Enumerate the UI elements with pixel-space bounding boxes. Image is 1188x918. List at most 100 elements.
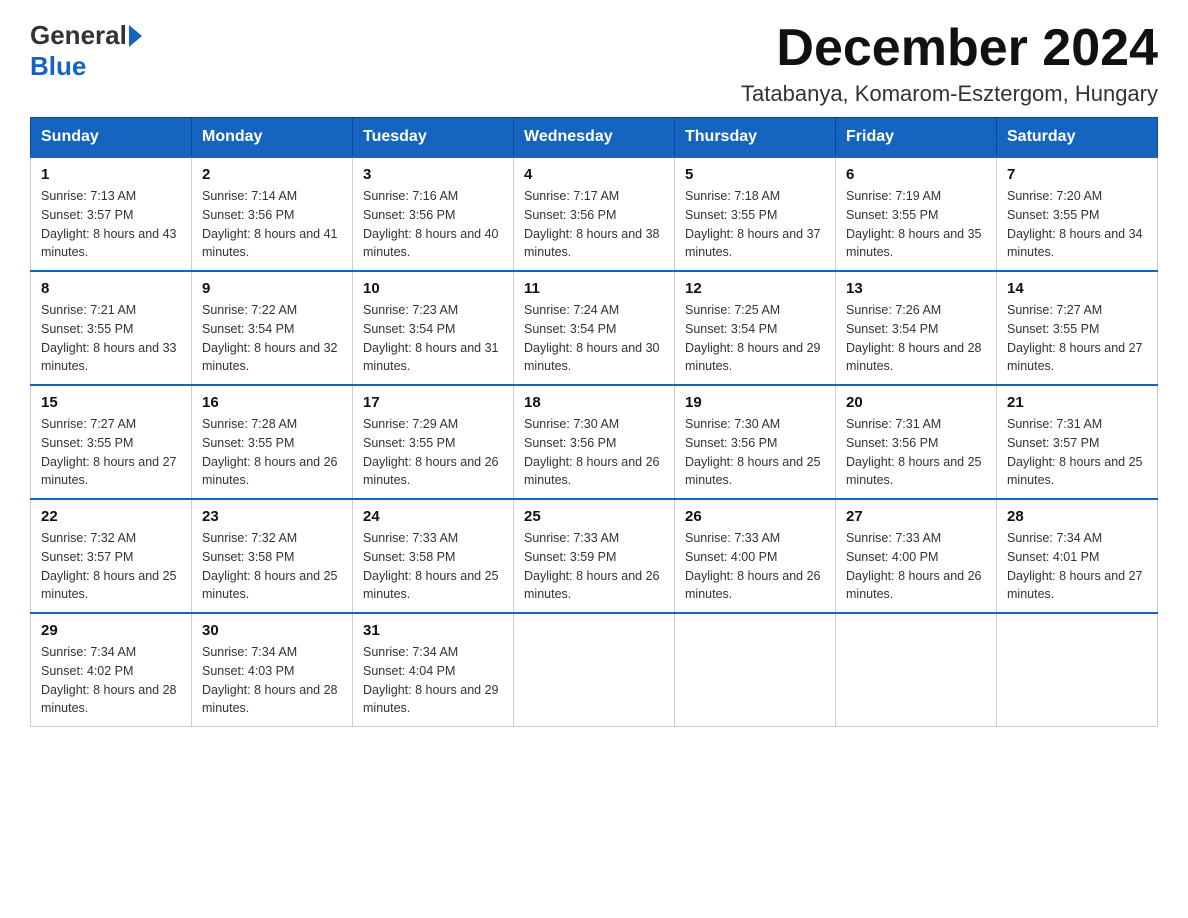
day-number: 31 xyxy=(363,622,503,639)
day-number: 12 xyxy=(685,280,825,297)
day-number: 15 xyxy=(41,394,181,411)
header-sunday: Sunday xyxy=(31,118,192,158)
day-number: 3 xyxy=(363,166,503,183)
day-number: 16 xyxy=(202,394,342,411)
table-row: 22 Sunrise: 7:32 AMSunset: 3:57 PMDaylig… xyxy=(31,499,192,613)
day-info: Sunrise: 7:23 AMSunset: 3:54 PMDaylight:… xyxy=(363,303,499,373)
table-row: 15 Sunrise: 7:27 AMSunset: 3:55 PMDaylig… xyxy=(31,385,192,499)
day-info: Sunrise: 7:34 AMSunset: 4:02 PMDaylight:… xyxy=(41,645,177,715)
table-row xyxy=(514,613,675,727)
day-info: Sunrise: 7:29 AMSunset: 3:55 PMDaylight:… xyxy=(363,417,499,487)
week-row-4: 22 Sunrise: 7:32 AMSunset: 3:57 PMDaylig… xyxy=(31,499,1158,613)
table-row: 10 Sunrise: 7:23 AMSunset: 3:54 PMDaylig… xyxy=(353,271,514,385)
day-number: 18 xyxy=(524,394,664,411)
table-row: 4 Sunrise: 7:17 AMSunset: 3:56 PMDayligh… xyxy=(514,157,675,271)
table-row: 26 Sunrise: 7:33 AMSunset: 4:00 PMDaylig… xyxy=(675,499,836,613)
week-row-1: 1 Sunrise: 7:13 AMSunset: 3:57 PMDayligh… xyxy=(31,157,1158,271)
day-number: 11 xyxy=(524,280,664,297)
day-number: 26 xyxy=(685,508,825,525)
table-row xyxy=(836,613,997,727)
day-number: 9 xyxy=(202,280,342,297)
table-row: 17 Sunrise: 7:29 AMSunset: 3:55 PMDaylig… xyxy=(353,385,514,499)
logo-triangle-icon xyxy=(129,25,142,47)
location-subtitle: Tatabanya, Komarom-Esztergom, Hungary xyxy=(741,81,1158,107)
table-row: 8 Sunrise: 7:21 AMSunset: 3:55 PMDayligh… xyxy=(31,271,192,385)
table-row: 3 Sunrise: 7:16 AMSunset: 3:56 PMDayligh… xyxy=(353,157,514,271)
day-info: Sunrise: 7:34 AMSunset: 4:03 PMDaylight:… xyxy=(202,645,338,715)
table-row: 27 Sunrise: 7:33 AMSunset: 4:00 PMDaylig… xyxy=(836,499,997,613)
calendar-table: Sunday Monday Tuesday Wednesday Thursday… xyxy=(30,117,1158,727)
week-row-3: 15 Sunrise: 7:27 AMSunset: 3:55 PMDaylig… xyxy=(31,385,1158,499)
day-number: 4 xyxy=(524,166,664,183)
logo: General Blue xyxy=(30,20,144,82)
logo-blue-text: Blue xyxy=(30,51,86,82)
day-number: 20 xyxy=(846,394,986,411)
table-row xyxy=(997,613,1158,727)
table-row: 23 Sunrise: 7:32 AMSunset: 3:58 PMDaylig… xyxy=(192,499,353,613)
day-number: 25 xyxy=(524,508,664,525)
table-row: 31 Sunrise: 7:34 AMSunset: 4:04 PMDaylig… xyxy=(353,613,514,727)
title-section: December 2024 Tatabanya, Komarom-Eszterg… xyxy=(741,20,1158,107)
header-tuesday: Tuesday xyxy=(353,118,514,158)
day-info: Sunrise: 7:34 AMSunset: 4:01 PMDaylight:… xyxy=(1007,531,1143,601)
page-header: General Blue December 2024 Tatabanya, Ko… xyxy=(30,20,1158,107)
day-info: Sunrise: 7:31 AMSunset: 3:57 PMDaylight:… xyxy=(1007,417,1143,487)
day-info: Sunrise: 7:21 AMSunset: 3:55 PMDaylight:… xyxy=(41,303,177,373)
day-number: 29 xyxy=(41,622,181,639)
day-info: Sunrise: 7:24 AMSunset: 3:54 PMDaylight:… xyxy=(524,303,660,373)
day-number: 7 xyxy=(1007,166,1147,183)
table-row: 9 Sunrise: 7:22 AMSunset: 3:54 PMDayligh… xyxy=(192,271,353,385)
day-info: Sunrise: 7:16 AMSunset: 3:56 PMDaylight:… xyxy=(363,189,499,259)
day-number: 2 xyxy=(202,166,342,183)
table-row: 5 Sunrise: 7:18 AMSunset: 3:55 PMDayligh… xyxy=(675,157,836,271)
header-wednesday: Wednesday xyxy=(514,118,675,158)
day-info: Sunrise: 7:32 AMSunset: 3:58 PMDaylight:… xyxy=(202,531,338,601)
day-info: Sunrise: 7:20 AMSunset: 3:55 PMDaylight:… xyxy=(1007,189,1143,259)
day-number: 22 xyxy=(41,508,181,525)
day-info: Sunrise: 7:27 AMSunset: 3:55 PMDaylight:… xyxy=(41,417,177,487)
logo-general-text: General xyxy=(30,20,127,51)
table-row: 2 Sunrise: 7:14 AMSunset: 3:56 PMDayligh… xyxy=(192,157,353,271)
day-info: Sunrise: 7:34 AMSunset: 4:04 PMDaylight:… xyxy=(363,645,499,715)
header-friday: Friday xyxy=(836,118,997,158)
header-saturday: Saturday xyxy=(997,118,1158,158)
header-thursday: Thursday xyxy=(675,118,836,158)
day-info: Sunrise: 7:33 AMSunset: 4:00 PMDaylight:… xyxy=(846,531,982,601)
table-row: 29 Sunrise: 7:34 AMSunset: 4:02 PMDaylig… xyxy=(31,613,192,727)
table-row: 19 Sunrise: 7:30 AMSunset: 3:56 PMDaylig… xyxy=(675,385,836,499)
day-info: Sunrise: 7:25 AMSunset: 3:54 PMDaylight:… xyxy=(685,303,821,373)
week-row-2: 8 Sunrise: 7:21 AMSunset: 3:55 PMDayligh… xyxy=(31,271,1158,385)
table-row: 7 Sunrise: 7:20 AMSunset: 3:55 PMDayligh… xyxy=(997,157,1158,271)
month-title: December 2024 xyxy=(741,20,1158,77)
day-number: 6 xyxy=(846,166,986,183)
day-info: Sunrise: 7:19 AMSunset: 3:55 PMDaylight:… xyxy=(846,189,982,259)
table-row: 6 Sunrise: 7:19 AMSunset: 3:55 PMDayligh… xyxy=(836,157,997,271)
day-number: 10 xyxy=(363,280,503,297)
day-info: Sunrise: 7:32 AMSunset: 3:57 PMDaylight:… xyxy=(41,531,177,601)
day-number: 13 xyxy=(846,280,986,297)
day-number: 21 xyxy=(1007,394,1147,411)
day-info: Sunrise: 7:27 AMSunset: 3:55 PMDaylight:… xyxy=(1007,303,1143,373)
table-row: 18 Sunrise: 7:30 AMSunset: 3:56 PMDaylig… xyxy=(514,385,675,499)
table-row: 16 Sunrise: 7:28 AMSunset: 3:55 PMDaylig… xyxy=(192,385,353,499)
header-monday: Monday xyxy=(192,118,353,158)
day-number: 1 xyxy=(41,166,181,183)
table-row: 12 Sunrise: 7:25 AMSunset: 3:54 PMDaylig… xyxy=(675,271,836,385)
day-info: Sunrise: 7:28 AMSunset: 3:55 PMDaylight:… xyxy=(202,417,338,487)
day-info: Sunrise: 7:18 AMSunset: 3:55 PMDaylight:… xyxy=(685,189,821,259)
day-info: Sunrise: 7:33 AMSunset: 4:00 PMDaylight:… xyxy=(685,531,821,601)
day-info: Sunrise: 7:17 AMSunset: 3:56 PMDaylight:… xyxy=(524,189,660,259)
table-row: 13 Sunrise: 7:26 AMSunset: 3:54 PMDaylig… xyxy=(836,271,997,385)
day-info: Sunrise: 7:22 AMSunset: 3:54 PMDaylight:… xyxy=(202,303,338,373)
day-number: 5 xyxy=(685,166,825,183)
day-number: 14 xyxy=(1007,280,1147,297)
table-row: 14 Sunrise: 7:27 AMSunset: 3:55 PMDaylig… xyxy=(997,271,1158,385)
day-info: Sunrise: 7:13 AMSunset: 3:57 PMDaylight:… xyxy=(41,189,177,259)
table-row: 30 Sunrise: 7:34 AMSunset: 4:03 PMDaylig… xyxy=(192,613,353,727)
day-info: Sunrise: 7:14 AMSunset: 3:56 PMDaylight:… xyxy=(202,189,338,259)
day-number: 23 xyxy=(202,508,342,525)
day-info: Sunrise: 7:26 AMSunset: 3:54 PMDaylight:… xyxy=(846,303,982,373)
table-row: 11 Sunrise: 7:24 AMSunset: 3:54 PMDaylig… xyxy=(514,271,675,385)
week-row-5: 29 Sunrise: 7:34 AMSunset: 4:02 PMDaylig… xyxy=(31,613,1158,727)
day-number: 27 xyxy=(846,508,986,525)
